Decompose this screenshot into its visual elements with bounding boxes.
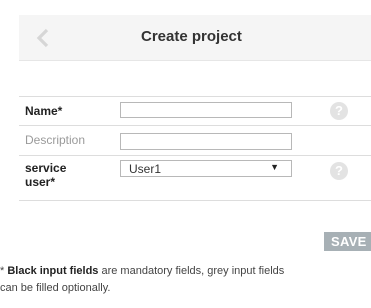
description-row: Description [19, 125, 371, 155]
note-rest-text: are mandatory fields, grey input fields [98, 265, 285, 277]
question-circle-icon[interactable]: ? [330, 102, 348, 120]
project-form: Name* ? Description service user* User1 … [19, 96, 371, 201]
service-user-label: service user* [25, 161, 66, 189]
description-input[interactable] [120, 133, 292, 150]
service-user-select[interactable]: User1 ▼ [120, 160, 292, 177]
name-label: Name* [25, 104, 63, 118]
service-user-label-line2: user* [25, 175, 56, 189]
header-bar: Create project [19, 15, 371, 61]
dropdown-arrow-icon: ▼ [270, 162, 279, 172]
name-input[interactable] [120, 102, 292, 118]
service-user-selected-value: User1 [129, 162, 162, 176]
page-title: Create project [141, 28, 242, 45]
service-user-row: service user* User1 ▼ ? [19, 155, 371, 201]
note-bold-text: Black input fields [7, 265, 99, 277]
question-circle-icon[interactable]: ? [330, 162, 348, 180]
description-label: Description [25, 133, 86, 147]
service-user-label-line1: service [25, 161, 67, 175]
note-line-2: can be filled optionally. [0, 282, 111, 294]
create-project-panel: Create project Name* ? Description servi… [0, 0, 371, 308]
save-button[interactable]: SAVE [324, 232, 371, 251]
mandatory-fields-note: * Black input fields are mandatory field… [0, 263, 371, 297]
chevron-left-icon[interactable] [33, 27, 55, 49]
note-line-1: * Black input fields are mandatory field… [0, 263, 371, 280]
name-row: Name* ? [19, 96, 371, 125]
